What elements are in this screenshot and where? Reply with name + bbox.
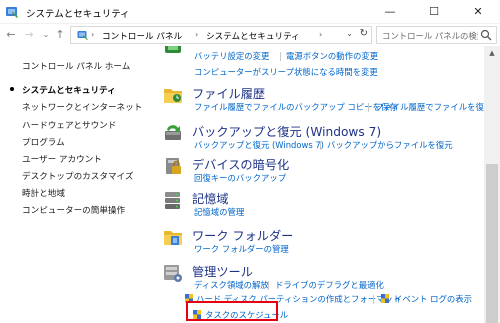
- up-button[interactable]: ↑: [52, 26, 68, 44]
- sidebar-item-clock-region[interactable]: 時計と地域: [22, 187, 65, 199]
- refresh-icon[interactable]: ↻: [360, 28, 368, 39]
- control-panel-icon: [6, 7, 18, 18]
- search-input[interactable]: [382, 29, 478, 42]
- maximize-button[interactable]: ☐: [412, 0, 456, 24]
- highlight-box: [186, 301, 278, 321]
- link-separator: [368, 103, 369, 112]
- file-history-icon: [164, 89, 182, 103]
- breadcrumb-separator[interactable]: ›: [195, 30, 198, 39]
- scroll-thumb[interactable]: [486, 164, 498, 323]
- shield-icon: [381, 294, 389, 303]
- defragment-drives-link[interactable]: ドライブのデフラグと最適化: [275, 279, 384, 291]
- chevron-down-icon[interactable]: ⌄: [346, 29, 353, 38]
- active-bullet: [10, 87, 14, 91]
- link-separator: [373, 295, 374, 304]
- vertical-scrollbar[interactable]: ▲: [484, 46, 500, 323]
- breadcrumb-separator[interactable]: ›: [319, 30, 322, 39]
- window-title: システムとセキュリティ: [26, 9, 130, 20]
- link-separator: [280, 52, 281, 61]
- control-panel-icon: [77, 31, 88, 40]
- search-icon[interactable]: [480, 29, 492, 41]
- back-button[interactable]: ←: [3, 26, 19, 44]
- sidebar-item-user-accounts[interactable]: ユーザー アカウント: [22, 153, 102, 165]
- address-bar[interactable]: › コントロール パネル › システムとセキュリティ › ⌄ ↻: [70, 26, 372, 44]
- sidebar: コントロール パネル ホーム システムとセキュリティ ネットワークとインターネッ…: [0, 46, 148, 323]
- backup-restore-title[interactable]: バックアップと復元 (Windows 7): [192, 122, 381, 140]
- search-box[interactable]: [376, 26, 497, 44]
- sidebar-item-hardware-sound[interactable]: ハードウェアとサウンド: [22, 119, 116, 131]
- breadcrumb-system-security[interactable]: システムとセキュリティ: [206, 30, 300, 42]
- link-separator: [320, 141, 321, 150]
- scroll-up-arrow[interactable]: ▲: [484, 46, 500, 60]
- free-up-disk-space-link[interactable]: ディスク領域の解放: [194, 279, 269, 291]
- minimize-button[interactable]: —: [368, 0, 412, 24]
- sidebar-item-system-security[interactable]: システムとセキュリティ: [22, 84, 116, 96]
- change-battery-settings-link[interactable]: バッテリ設定の変更: [194, 50, 269, 62]
- sidebar-item-ease-of-access[interactable]: コンピューターの簡単操作: [22, 204, 125, 216]
- file-history-restore-link[interactable]: ファイル履歴でファイルを復元: [375, 101, 484, 113]
- work-folders-title[interactable]: ワーク フォルダー: [192, 226, 293, 244]
- main-content: バッテリ設定の変更 電源ボタンの動作の変更 コンピューターがスリープ状態になる時…: [148, 46, 484, 323]
- manage-work-folders-link[interactable]: ワーク フォルダーの管理: [194, 243, 289, 255]
- administrative-tools-icon: [164, 265, 182, 282]
- device-encryption-title[interactable]: デバイスの暗号化: [192, 155, 289, 173]
- change-power-button-link[interactable]: 電源ボタンの動作の変更: [286, 50, 378, 62]
- navigation-bar: ← → ⌄ ↑ › コントロール パネル › システムとセキュリティ › ⌄ ↻: [0, 24, 500, 46]
- backup-restore-icon: [165, 125, 181, 140]
- view-event-logs-link[interactable]: イベント ログの表示: [394, 293, 472, 305]
- restore-from-backup-link[interactable]: バックアップからファイルを復元: [327, 139, 453, 151]
- breadcrumb-separator[interactable]: ›: [91, 30, 94, 39]
- link-separator: [268, 281, 269, 290]
- storage-title[interactable]: 記憶域: [192, 189, 229, 207]
- forward-button[interactable]: →: [21, 26, 37, 44]
- sidebar-home-link[interactable]: コントロール パネル ホーム: [22, 60, 130, 72]
- breadcrumb-control-panel[interactable]: コントロール パネル: [102, 30, 182, 42]
- title-bar: システムとセキュリティ — ☐ ✕: [0, 0, 500, 24]
- sidebar-item-appearance[interactable]: デスクトップのカスタマイズ: [22, 170, 133, 182]
- change-sleep-time-link[interactable]: コンピューターがスリープ状態になる時間を変更: [194, 66, 378, 78]
- file-history-title[interactable]: ファイル履歴: [192, 84, 265, 102]
- admin-tools-title[interactable]: 管理ツール: [192, 262, 253, 280]
- manage-storage-link[interactable]: 記憶域の管理: [194, 206, 244, 218]
- sidebar-item-programs[interactable]: プログラム: [22, 136, 65, 148]
- device-encryption-icon: [166, 158, 181, 174]
- work-folders-icon: [164, 231, 182, 245]
- sidebar-item-network[interactable]: ネットワークとインターネット: [22, 101, 142, 113]
- backup-restore-link[interactable]: バックアップと復元 (Windows 7): [194, 139, 324, 151]
- power-options-icon: [165, 46, 181, 53]
- backup-recovery-key-link[interactable]: 回復キーのバックアップ: [194, 172, 286, 184]
- storage-spaces-icon: [165, 192, 180, 209]
- close-button[interactable]: ✕: [456, 0, 500, 24]
